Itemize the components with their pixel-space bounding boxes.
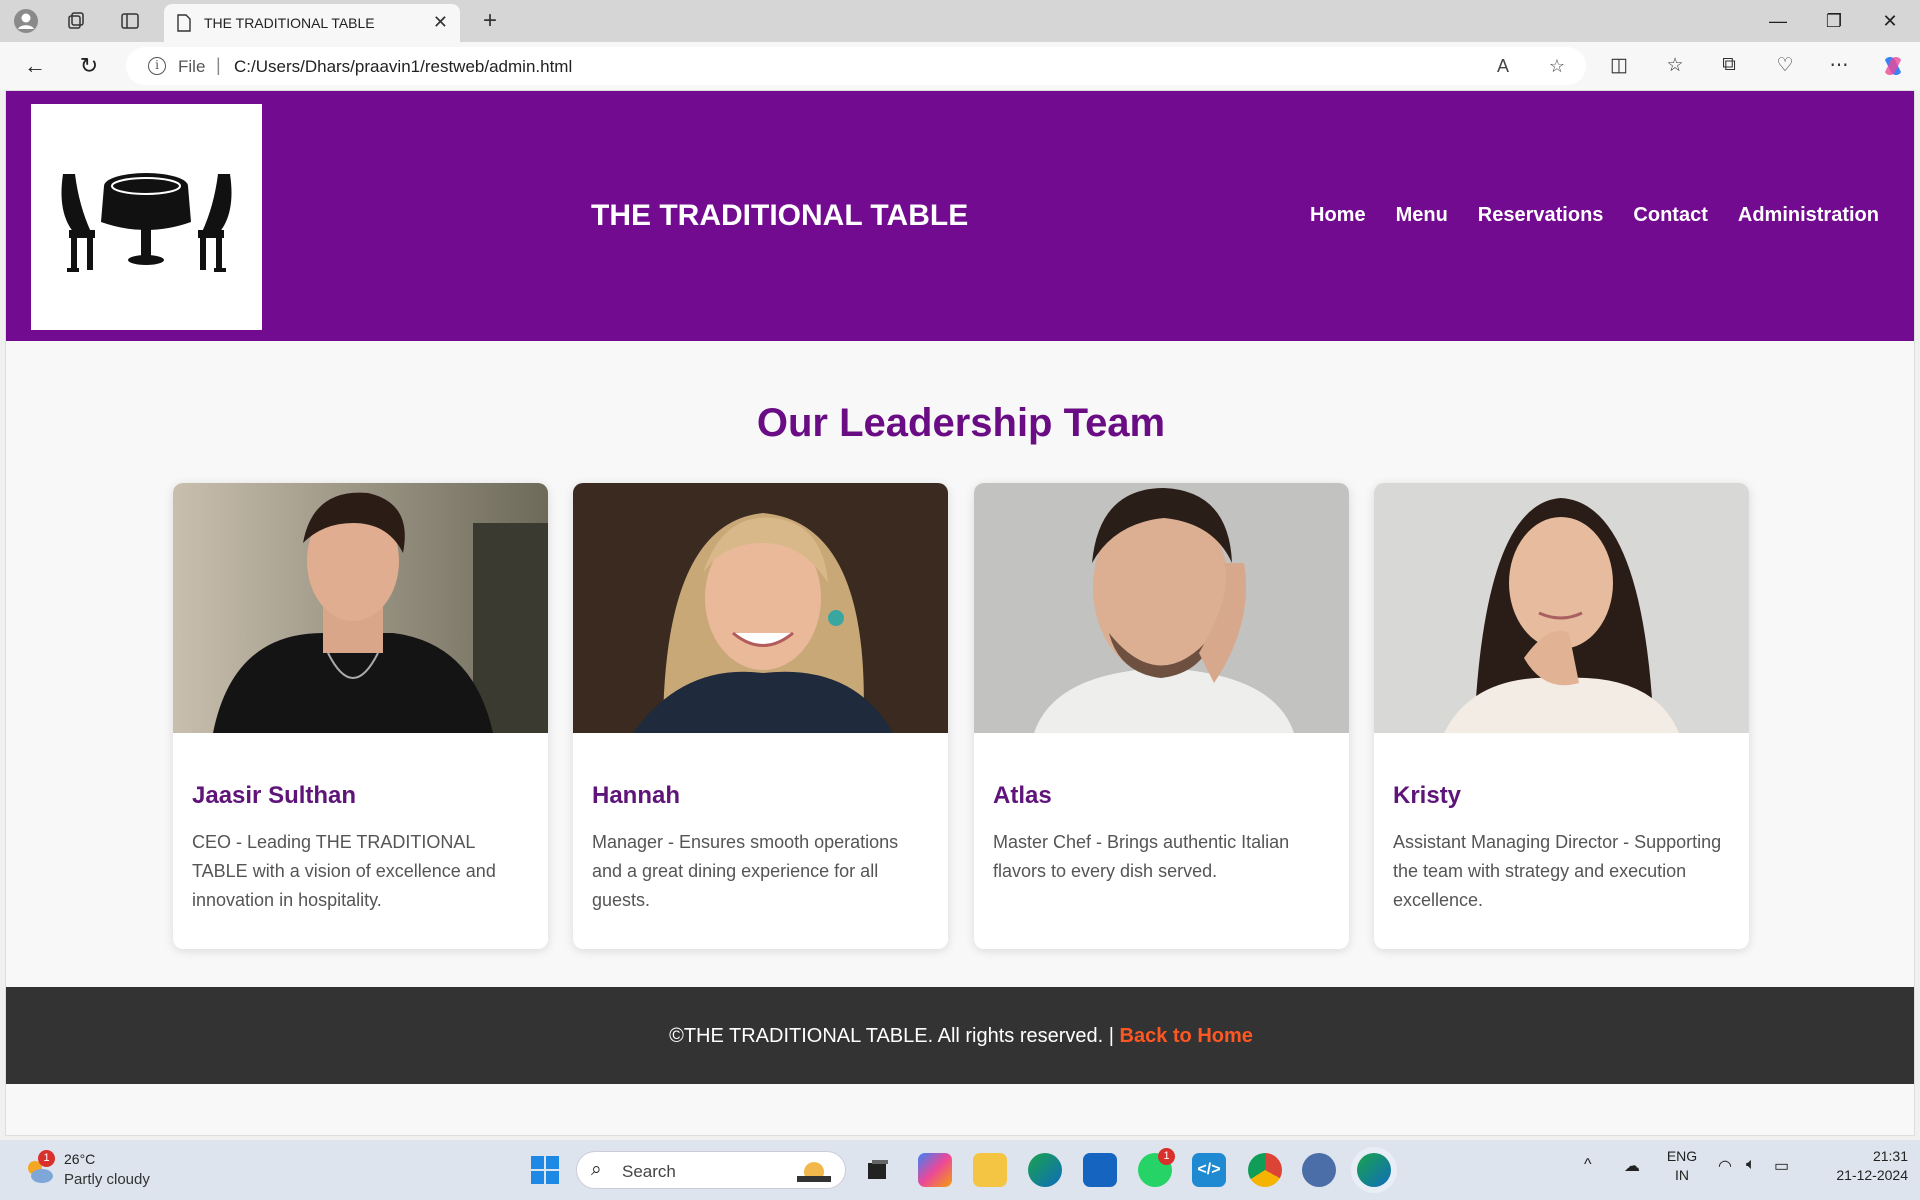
taskbar-search[interactable]: ⌕ Search — [576, 1151, 846, 1189]
search-label: Search — [622, 1162, 676, 1181]
dining-table-icon — [61, 173, 232, 272]
copilot-icon[interactable] — [1880, 54, 1906, 80]
vscode-icon[interactable]: </> — [1192, 1153, 1226, 1187]
main-nav: Home Menu Reservations Contact Administr… — [1310, 204, 1879, 227]
chrome-icon[interactable] — [1248, 1153, 1282, 1187]
weather-widget[interactable]: 1 26°C Partly cloudy — [20, 1148, 160, 1192]
member-description: Assistant Managing Director - Supporting… — [1393, 832, 1722, 910]
page-icon — [177, 14, 191, 32]
copyright-text: ©THE TRADITIONAL TABLE. All rights reser… — [669, 1025, 1120, 1047]
windows-taskbar: 1 26°C Partly cloudy ⌕ Search 1 </> ^ ☁ … — [0, 1140, 1920, 1200]
nav-administration[interactable]: Administration — [1738, 204, 1879, 227]
search-icon: ⌕ — [591, 1159, 602, 1180]
member-description: Manager - Ensures smooth operations and … — [592, 832, 899, 910]
site-footer: ©THE TRADITIONAL TABLE. All rights reser… — [6, 987, 1914, 1084]
team-card: Kristy Assistant Managing Director - Sup… — [1374, 483, 1749, 949]
back-to-home-link[interactable]: Back to Home — [1120, 1025, 1253, 1047]
member-name: Kristy — [1393, 782, 1462, 809]
member-photo — [1374, 483, 1749, 733]
nav-home[interactable]: Home — [1310, 204, 1366, 227]
browser-essentials-icon[interactable]: ♡ — [1772, 54, 1798, 80]
site-info-icon[interactable]: i — [148, 57, 166, 75]
start-menu-icon[interactable] — [528, 1153, 562, 1187]
address-bar-row: ← ↻ i File | C:/Users/Dhars/praavin1/res… — [0, 42, 1920, 90]
footer-line: ©THE TRADITIONAL TABLE. All rights reser… — [6, 1025, 1914, 1048]
team-card: Jaasir Sulthan CEO - Leading THE TRADITI… — [173, 483, 548, 949]
restore-icon[interactable]: ❐ — [1812, 6, 1856, 36]
webpage: THE TRADITIONAL TABLE Home Menu Reservat… — [5, 90, 1915, 1136]
member-photo — [173, 483, 548, 733]
weather-badge: 1 — [38, 1150, 55, 1167]
favorites-icon[interactable]: ☆ — [1662, 54, 1688, 80]
search-highlight-icon — [797, 1162, 831, 1182]
read-aloud-icon[interactable]: A — [1492, 56, 1514, 78]
more-menu-icon[interactable]: ⋯ — [1826, 54, 1852, 80]
language-indicator[interactable]: ENG IN — [1664, 1148, 1700, 1183]
whatsapp-badge: 1 — [1158, 1148, 1175, 1165]
file-explorer-icon[interactable] — [973, 1153, 1007, 1187]
site-title: THE TRADITIONAL TABLE — [591, 199, 969, 232]
profile-icon[interactable] — [12, 7, 40, 35]
network-app-icon[interactable] — [1302, 1153, 1336, 1187]
tab-title: THE TRADITIONAL TABLE — [204, 15, 375, 31]
url-text[interactable]: C:/Users/Dhars/praavin1/restweb/admin.ht… — [234, 57, 572, 77]
url-scheme: File — [178, 57, 206, 76]
edge-app-icon[interactable] — [1028, 1153, 1062, 1187]
collections-icon[interactable]: ⧉ — [1716, 54, 1742, 80]
member-description: Master Chef - Brings authentic Italian f… — [993, 832, 1290, 881]
favorite-star-icon[interactable]: ☆ — [1546, 56, 1568, 78]
restaurant-logo[interactable] — [31, 104, 262, 330]
browser-tab-bar: THE TRADITIONAL TABLE ✕ + — ❐ ✕ — [0, 0, 1920, 42]
weather-temp: 26°C — [64, 1151, 96, 1167]
region-label: IN — [1675, 1167, 1689, 1183]
member-photo — [974, 483, 1349, 733]
close-tab-icon[interactable]: ✕ — [433, 12, 448, 33]
address-bar[interactable]: i File | C:/Users/Dhars/praavin1/restweb… — [126, 47, 1586, 85]
edge-active-icon[interactable] — [1357, 1153, 1391, 1187]
member-description: CEO - Leading THE TRADITIONAL TABLE with… — [192, 832, 496, 910]
team-heading: Our Leadership Team — [756, 401, 1166, 445]
member-name: Hannah — [592, 782, 681, 809]
time-label: 21:31 — [1872, 1148, 1908, 1164]
back-icon[interactable]: ← — [20, 52, 50, 80]
nav-menu[interactable]: Menu — [1396, 204, 1448, 227]
window-close-icon[interactable]: ✕ — [1868, 6, 1912, 36]
cloud-off-icon[interactable]: ☁ — [1624, 1156, 1640, 1176]
url-separator: | — [216, 55, 221, 75]
refresh-icon[interactable]: ↻ — [74, 52, 104, 80]
member-photo — [573, 483, 948, 733]
weather-desc: Partly cloudy — [64, 1171, 150, 1188]
show-hidden-icons[interactable]: ^ — [1584, 1156, 1592, 1174]
date-label: 21-12-2024 — [1836, 1167, 1908, 1183]
clock[interactable]: 21:31 21-12-2024 — [1808, 1148, 1908, 1183]
site-header: THE TRADITIONAL TABLE Home Menu Reservat… — [6, 91, 1914, 341]
browser-tab-active[interactable]: THE TRADITIONAL TABLE ✕ — [164, 4, 460, 42]
member-name: Atlas — [993, 782, 1052, 809]
minimize-icon[interactable]: — — [1756, 6, 1800, 36]
task-view-icon[interactable] — [860, 1153, 894, 1187]
store-app-icon[interactable] — [1083, 1153, 1117, 1187]
team-card: Atlas Master Chef - Brings authentic Ita… — [974, 483, 1349, 949]
new-tab-icon[interactable]: + — [476, 7, 504, 35]
nav-reservations[interactable]: Reservations — [1478, 204, 1604, 227]
split-screen-icon[interactable]: ◫ — [1606, 54, 1632, 80]
copilot-app-icon[interactable] — [918, 1153, 952, 1187]
volume-icon[interactable]: 🔈︎ — [1746, 1156, 1756, 1174]
tab-actions-icon[interactable] — [116, 7, 144, 35]
wifi-icon[interactable]: ◠ — [1718, 1156, 1732, 1176]
battery-icon[interactable]: ▭ — [1774, 1156, 1789, 1176]
workspaces-icon[interactable] — [62, 7, 90, 35]
lang-label: ENG — [1666, 1148, 1698, 1164]
team-card: Hannah Manager - Ensures smooth operatio… — [573, 483, 948, 949]
nav-contact[interactable]: Contact — [1633, 204, 1707, 227]
member-name: Jaasir Sulthan — [192, 782, 357, 809]
